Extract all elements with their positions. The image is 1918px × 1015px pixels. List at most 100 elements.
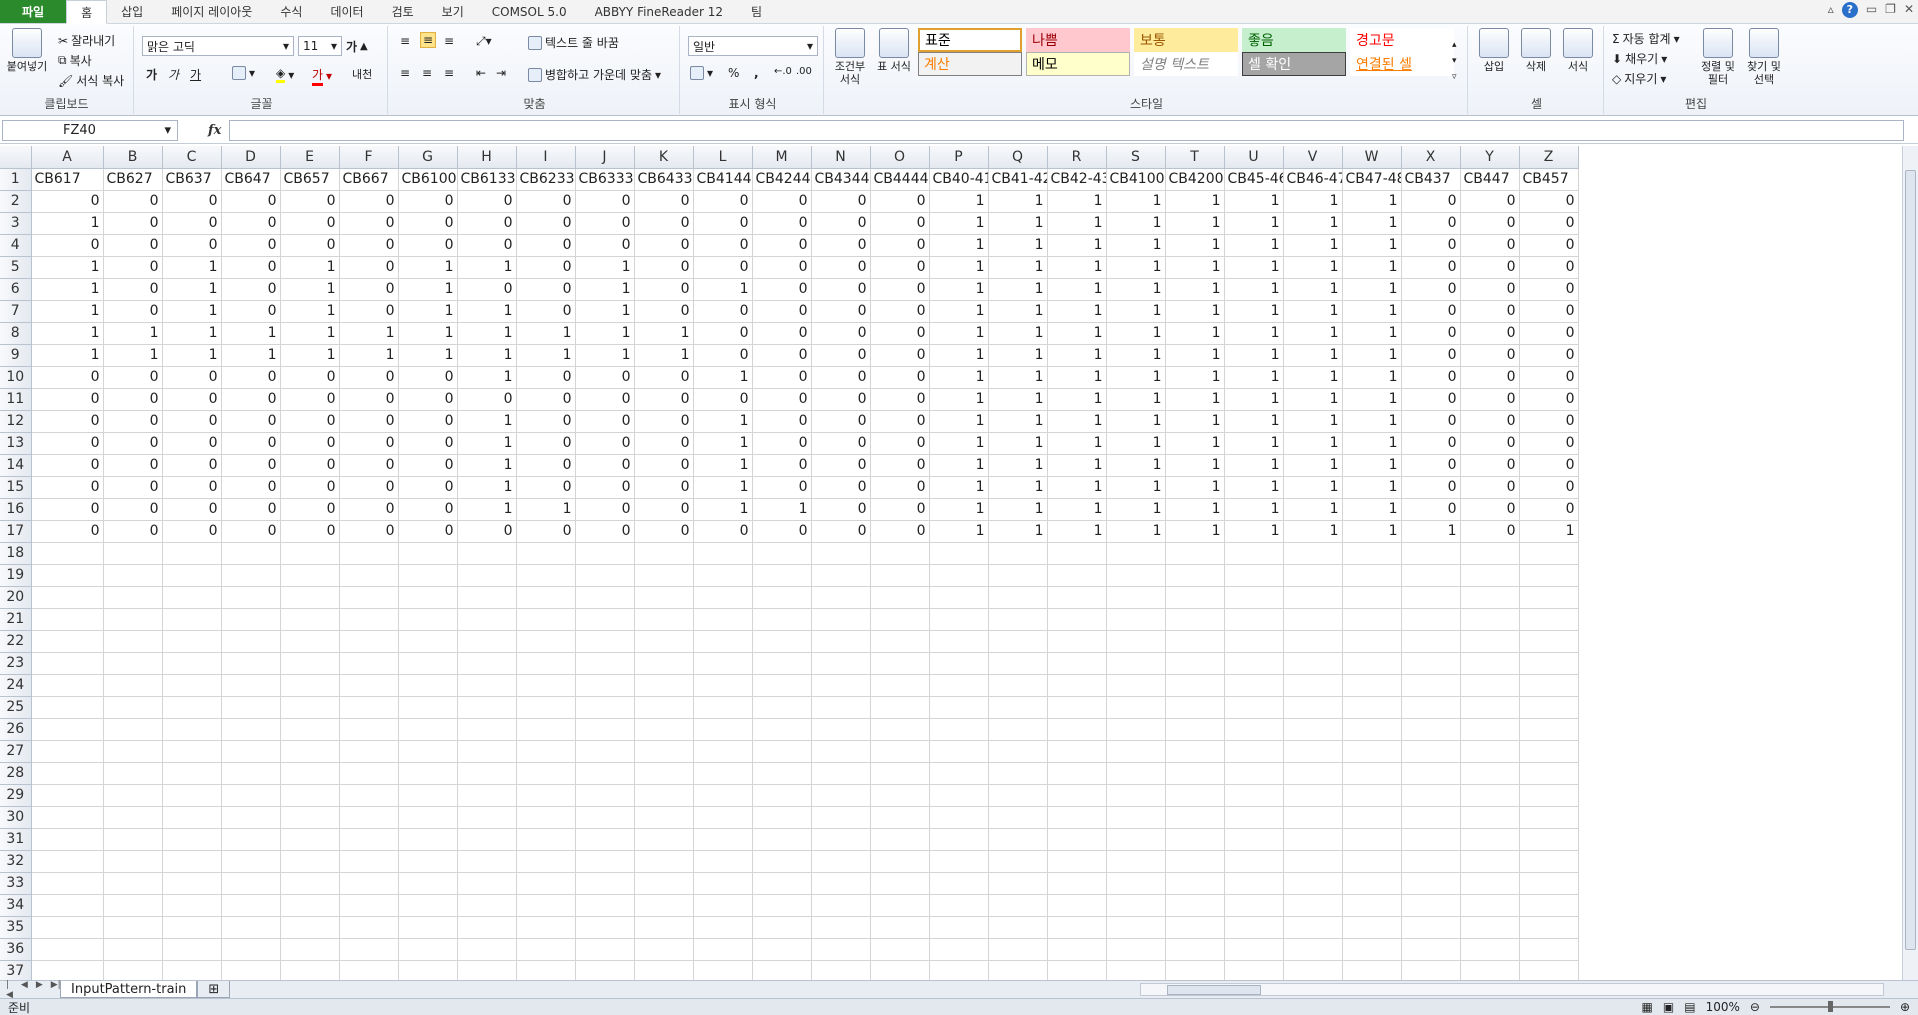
cell[interactable]: 1 <box>1224 366 1284 389</box>
cell[interactable]: 0 <box>516 410 576 433</box>
cell[interactable] <box>1283 652 1343 675</box>
cell[interactable]: 1 <box>1401 520 1461 543</box>
cell-style-option[interactable]: 보통 <box>1134 28 1238 52</box>
cell[interactable] <box>31 938 104 961</box>
cell[interactable] <box>162 894 222 917</box>
cell[interactable] <box>31 718 104 741</box>
cell[interactable] <box>1342 740 1402 763</box>
cell[interactable]: 1 <box>634 344 694 367</box>
cell[interactable] <box>280 784 340 807</box>
cell-style-option[interactable]: 연결된 셀 <box>1350 52 1454 76</box>
cell[interactable]: 0 <box>398 388 458 411</box>
cell[interactable]: 0 <box>162 498 222 521</box>
align-left-icon[interactable]: ≡ <box>400 66 410 80</box>
cell[interactable] <box>1519 762 1579 785</box>
cell[interactable]: 0 <box>1401 388 1461 411</box>
decrease-decimal-icon[interactable]: .00 <box>796 66 812 77</box>
cell[interactable]: 0 <box>1519 498 1579 521</box>
cell[interactable]: 1 <box>1342 256 1402 279</box>
cell[interactable]: 0 <box>575 498 635 521</box>
cell[interactable] <box>162 564 222 587</box>
cell[interactable] <box>988 828 1048 851</box>
cell[interactable]: 1 <box>516 498 576 521</box>
cell[interactable] <box>1047 894 1107 917</box>
fill-button[interactable]: ⬇ 채우기 ▾ <box>1612 50 1667 67</box>
cell[interactable] <box>752 762 812 785</box>
cell[interactable] <box>162 674 222 697</box>
row-header[interactable]: 24 <box>0 674 32 697</box>
cell[interactable]: CB6333 <box>575 168 635 191</box>
cell[interactable]: 0 <box>634 366 694 389</box>
cell[interactable] <box>1519 872 1579 895</box>
cell[interactable] <box>280 806 340 829</box>
cell[interactable] <box>1519 674 1579 697</box>
cell[interactable]: 0 <box>575 234 635 257</box>
cell[interactable] <box>988 784 1048 807</box>
cell[interactable]: 1 <box>1224 300 1284 323</box>
cell[interactable] <box>575 586 635 609</box>
cell[interactable]: 0 <box>634 498 694 521</box>
cell[interactable]: 1 <box>988 212 1048 235</box>
cell[interactable] <box>811 718 871 741</box>
cell[interactable]: 0 <box>516 234 576 257</box>
cell[interactable] <box>752 542 812 565</box>
cell[interactable] <box>398 806 458 829</box>
cell[interactable] <box>457 542 517 565</box>
cell[interactable]: 0 <box>1401 366 1461 389</box>
column-header[interactable]: B <box>103 146 163 169</box>
cell[interactable] <box>516 674 576 697</box>
cell[interactable] <box>339 696 399 719</box>
cell[interactable] <box>575 718 635 741</box>
cell[interactable] <box>31 828 104 851</box>
cell[interactable] <box>752 674 812 697</box>
cell[interactable] <box>516 784 576 807</box>
cell[interactable] <box>811 784 871 807</box>
cell[interactable]: 0 <box>1519 190 1579 213</box>
cell[interactable]: 0 <box>31 520 104 543</box>
cell[interactable] <box>1342 696 1402 719</box>
row-header[interactable]: 28 <box>0 762 32 785</box>
cell[interactable]: 0 <box>752 256 812 279</box>
ribbon-tab[interactable]: 팀 <box>737 0 776 23</box>
cell[interactable] <box>1283 630 1343 653</box>
cell[interactable] <box>1106 894 1166 917</box>
row-header[interactable]: 31 <box>0 828 32 851</box>
format-as-table-button[interactable]: 표 서식 <box>874 28 914 73</box>
first-sheet-icon[interactable]: |◀ <box>6 980 13 1000</box>
cell[interactable] <box>398 872 458 895</box>
cell[interactable] <box>398 916 458 939</box>
cell[interactable]: 0 <box>870 212 930 235</box>
cell[interactable]: 0 <box>162 212 222 235</box>
cell[interactable]: 1 <box>929 256 989 279</box>
cell[interactable]: 0 <box>634 476 694 499</box>
cell[interactable] <box>1165 564 1225 587</box>
cell[interactable]: 1 <box>221 322 281 345</box>
row-header[interactable]: 1 <box>0 168 32 191</box>
cell[interactable]: 1 <box>1342 454 1402 477</box>
cell[interactable] <box>1224 762 1284 785</box>
cell[interactable]: 0 <box>339 498 399 521</box>
cell[interactable] <box>870 784 930 807</box>
cell[interactable] <box>31 542 104 565</box>
cell[interactable] <box>103 542 163 565</box>
cell[interactable] <box>221 894 281 917</box>
cell[interactable]: 1 <box>221 344 281 367</box>
cell[interactable] <box>752 564 812 587</box>
cell[interactable] <box>280 674 340 697</box>
cell[interactable] <box>103 564 163 587</box>
cell[interactable]: 0 <box>575 388 635 411</box>
cell[interactable] <box>634 806 694 829</box>
cell[interactable]: 0 <box>516 432 576 455</box>
row-header[interactable]: 13 <box>0 432 32 455</box>
cell[interactable]: 0 <box>398 454 458 477</box>
cell[interactable]: 0 <box>398 190 458 213</box>
row-header[interactable]: 5 <box>0 256 32 279</box>
cell[interactable] <box>634 740 694 763</box>
cell[interactable]: 0 <box>221 498 281 521</box>
cell[interactable]: 0 <box>221 256 281 279</box>
cell[interactable] <box>1047 718 1107 741</box>
cell[interactable]: 1 <box>1283 476 1343 499</box>
cell[interactable]: 1 <box>1106 256 1166 279</box>
cell[interactable]: 0 <box>634 234 694 257</box>
cell[interactable]: 1 <box>1165 278 1225 301</box>
